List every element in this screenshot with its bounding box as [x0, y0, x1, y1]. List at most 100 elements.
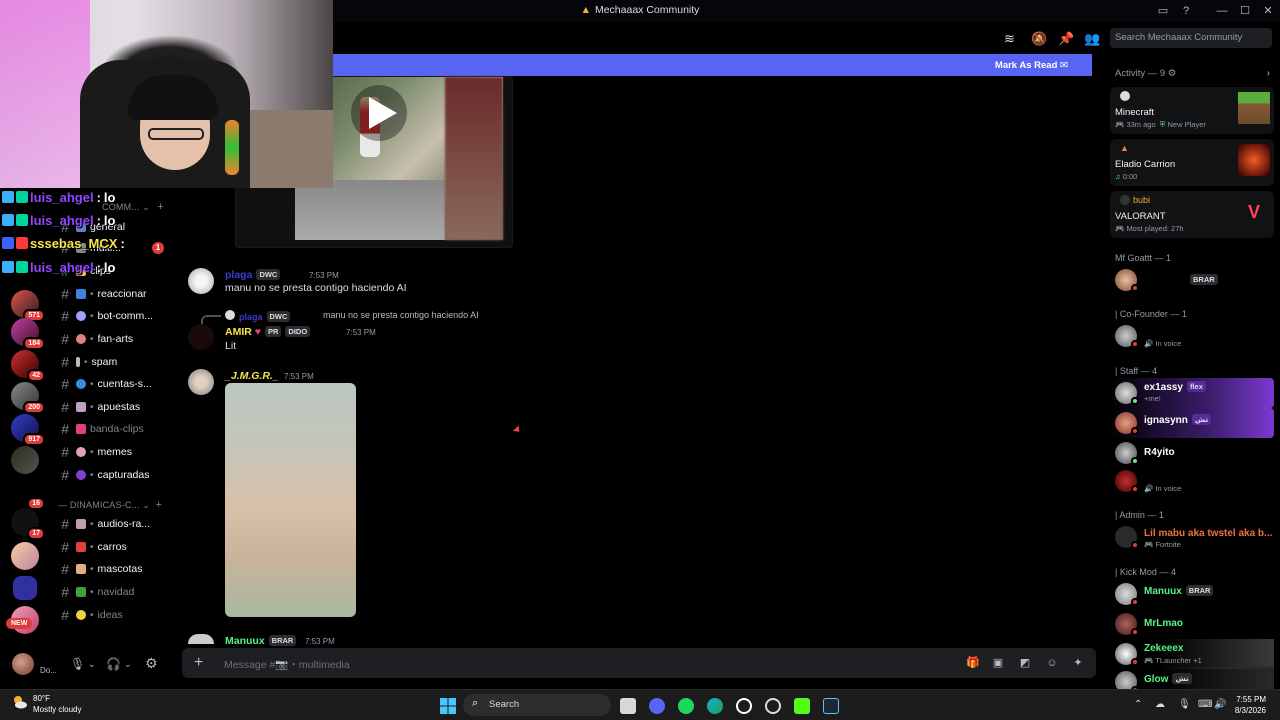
microphone-tray-icon[interactable]: 🎙: [1178, 699, 1191, 710]
attach-button[interactable]: +: [194, 654, 203, 672]
activity-header[interactable]: Activity — 9 ⚙: [1115, 68, 1176, 79]
channel-navidad[interactable]: # • navidad: [50, 582, 174, 602]
server-icon[interactable]: [11, 446, 39, 474]
message-author[interactable]: plaga DWC: [225, 269, 281, 281]
threads-icon[interactable]: ≋: [1004, 31, 1015, 47]
mark-as-read-button[interactable]: Mark As Read ✉: [995, 60, 1068, 71]
reply-author[interactable]: plaga DWC: [239, 311, 291, 322]
channel-fan-arts[interactable]: # • fan-arts: [50, 329, 174, 349]
member-item[interactable]: ignasynn تش: [1110, 408, 1274, 438]
chevron-down-icon[interactable]: ⌄: [124, 659, 132, 670]
sticker-icon[interactable]: ◩: [1019, 657, 1031, 669]
close-button[interactable]: ✕: [1260, 3, 1276, 19]
message-author[interactable]: _J.M.G.R._: [225, 370, 279, 382]
avatar[interactable]: [12, 653, 34, 675]
headphones-icon[interactable]: 🎧: [106, 657, 121, 671]
app-icon[interactable]: [765, 698, 781, 714]
avatar[interactable]: [188, 268, 214, 294]
message-composer[interactable]: + Message #📷・multimedia 🎁 ▣ ◩ ☺ ✦: [182, 648, 1096, 678]
channel-spam[interactable]: # • spam: [50, 352, 174, 372]
image-attachment[interactable]: [225, 383, 356, 617]
chevron-right-icon[interactable]: ›: [1267, 68, 1270, 79]
add-channel-icon[interactable]: +: [156, 499, 163, 511]
gift-icon[interactable]: 🎁: [966, 657, 980, 669]
channel-banda-clips[interactable]: # banda-clips: [50, 419, 174, 439]
member-item[interactable]: Manuux BRAR: [1110, 579, 1274, 609]
chevron-down-icon[interactable]: ⌄: [88, 659, 96, 670]
search-input[interactable]: Search Mechaaax Community: [1110, 28, 1272, 48]
channel-reaccionar[interactable]: # • reaccionar: [50, 284, 174, 304]
member-item[interactable]: MrLmao: [1110, 609, 1274, 639]
member-item[interactable]: Zekeeex 🎮 TLauncher +1: [1110, 639, 1274, 669]
member-item[interactable]: BRAR: [1110, 265, 1274, 295]
maximize-button[interactable]: ☐: [1237, 3, 1253, 19]
channel-ideas[interactable]: # • ideas: [50, 605, 174, 625]
server-icon[interactable]: 17: [11, 508, 45, 540]
avatar[interactable]: [188, 634, 214, 644]
folder-icon[interactable]: [13, 576, 37, 600]
channel-audios[interactable]: # • audios-ra...: [50, 514, 174, 534]
channel-carros[interactable]: # • carros: [50, 537, 174, 557]
play-icon[interactable]: [341, 83, 411, 143]
server-icon[interactable]: 184: [11, 318, 45, 350]
volume-icon[interactable]: 🔊: [1214, 699, 1226, 710]
avatar[interactable]: [188, 369, 214, 395]
taskbar-search[interactable]: ⌕ Search: [463, 694, 611, 716]
member-list-icon[interactable]: 👥: [1084, 31, 1100, 47]
channel-capturadas[interactable]: # • capturadas: [50, 465, 174, 485]
kick-icon[interactable]: [794, 698, 810, 714]
server-icon[interactable]: [11, 542, 39, 570]
notifications-muted-icon[interactable]: 🔕: [1031, 31, 1047, 47]
server-icon[interactable]: 42: [11, 350, 45, 382]
obs-icon[interactable]: [736, 698, 752, 714]
channel-bot-commands[interactable]: # • bot-comm...: [50, 306, 174, 326]
member-item[interactable]: Glow تش: [1110, 667, 1274, 689]
help-icon[interactable]: ?: [1178, 3, 1194, 19]
server-icon[interactable]: 571: [11, 290, 45, 322]
start-icon[interactable]: [440, 698, 456, 714]
reply-preview[interactable]: manu no se presta contigo haciendo AI: [323, 310, 479, 320]
add-channel-icon[interactable]: +: [157, 201, 164, 213]
channel-mascotas[interactable]: # • mascotas: [50, 559, 174, 579]
spotify-icon[interactable]: [678, 698, 694, 714]
server-icon[interactable]: 16: [11, 478, 45, 510]
avatar[interactable]: [188, 324, 214, 350]
member-item[interactable]: 🔊 In voice: [1110, 321, 1274, 351]
activity-card-minecraft[interactable]: Minecraft 🎮 33m ago ⛨ New Player: [1110, 87, 1274, 134]
gif-icon[interactable]: ▣: [992, 657, 1004, 669]
member-item[interactable]: R4yito: [1110, 438, 1274, 468]
pinned-icon[interactable]: 📌: [1058, 31, 1074, 47]
weather-icon[interactable]: [12, 694, 28, 713]
chevron-up-icon[interactable]: ⌃: [1134, 699, 1142, 710]
apps-icon[interactable]: ✦: [1072, 657, 1084, 669]
microphone-icon[interactable]: 🎙: [70, 657, 85, 671]
system-clock[interactable]: 7:55 PM 8/3/2026: [1235, 694, 1266, 716]
weather-condition[interactable]: Mostly cloudy: [33, 705, 81, 714]
message-input[interactable]: Message #📷・multimedia: [224, 657, 350, 672]
member-item[interactable]: 🔊 In voice: [1110, 466, 1274, 496]
activity-card-music[interactable]: ▲ Eladio Carrion ♫ 0:00: [1110, 139, 1274, 186]
channel-cuentas[interactable]: # • cuentas-s...: [50, 374, 174, 394]
wifi-icon[interactable]: ⌨: [1198, 699, 1212, 710]
category-header[interactable]: — DINAMICAS-C... ⌄ +: [58, 499, 162, 511]
server-icon[interactable]: 200: [11, 382, 45, 414]
inbox-icon[interactable]: ▭: [1155, 3, 1171, 19]
edge-icon[interactable]: [707, 698, 723, 714]
activity-card-valorant[interactable]: bubi VALORANT 🎮 Most played: 27h V: [1110, 191, 1274, 238]
settings-icon[interactable]: ⚙: [145, 655, 158, 672]
channel-memes[interactable]: # • memes: [50, 442, 174, 462]
minimize-button[interactable]: —: [1214, 3, 1230, 19]
channel-apuestas[interactable]: # • apuestas: [50, 397, 174, 417]
member-item[interactable]: ex1assy flex +me!: [1110, 378, 1274, 408]
message-author[interactable]: Manuux BRAR: [225, 635, 297, 647]
network-tray-icon[interactable]: ☁: [1155, 699, 1165, 710]
message-author[interactable]: AMIR ♥ PR DIDO: [225, 326, 311, 338]
gear-icon[interactable]: ⚙: [1168, 68, 1177, 79]
steam-icon[interactable]: [823, 698, 839, 714]
member-item[interactable]: Lil mabu aka twstel aka b... 🎮 Fortnite: [1110, 522, 1274, 552]
task-view-icon[interactable]: [620, 698, 636, 714]
weather-temp[interactable]: 80°F: [33, 694, 50, 703]
discord-icon[interactable]: [649, 698, 665, 714]
new-messages-bar[interactable]: Mark As Read ✉: [333, 54, 1092, 76]
server-icon[interactable]: 917: [11, 414, 45, 446]
